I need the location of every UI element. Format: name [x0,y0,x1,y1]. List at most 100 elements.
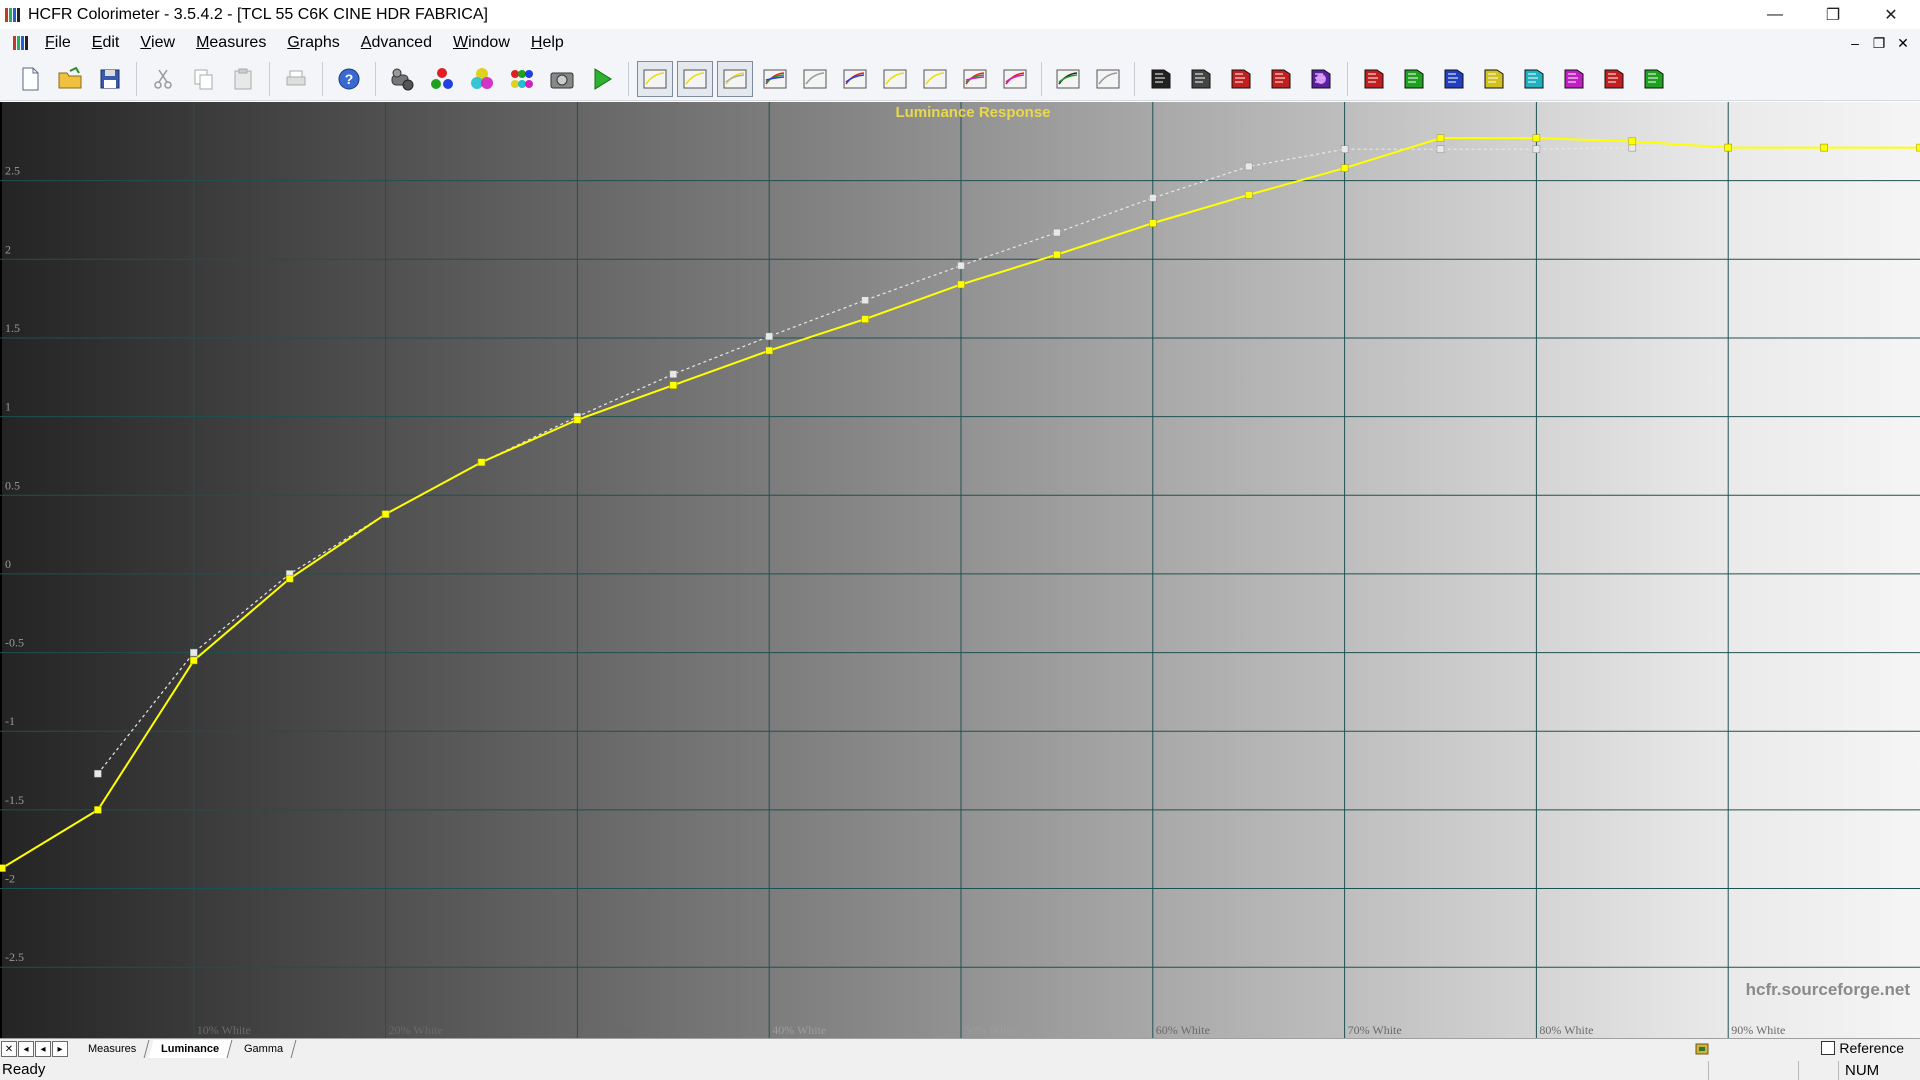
reference-toggle[interactable]: Reference [1821,1040,1904,1056]
measure-secondaries-button[interactable] [464,61,500,97]
run-button[interactable] [584,61,620,97]
background-band [577,102,771,1038]
help-button[interactable]: ? [331,61,367,97]
test-pattern-11-button[interactable] [1556,61,1592,97]
graph-icon [963,69,987,88]
mdi-restore-button[interactable]: ❐ [1870,34,1888,52]
reference-icon[interactable] [1694,1041,1710,1057]
background-band [1152,102,1346,1038]
prev-tab-button[interactable]: ◂ [35,1041,51,1057]
graph-view-6-button[interactable] [837,61,873,97]
background-band [193,102,387,1038]
menu-accelerator: M [196,34,210,51]
y-tick-label: -0.5 [5,636,24,650]
test-pattern-8-button[interactable] [1436,61,1472,97]
graph-view-10-button[interactable] [997,61,1033,97]
test-pattern-13-button[interactable] [1636,61,1672,97]
cut-button[interactable] [145,61,181,97]
save-button[interactable] [92,61,128,97]
x-tick-label: 70% White [1348,1023,1402,1037]
graph-view-12-button[interactable] [1090,61,1126,97]
menu-accelerator: G [287,34,300,51]
data-point-marker [765,332,773,341]
menu-advanced[interactable]: Advanced [352,29,444,57]
next-tab-button[interactable]: ▸ [52,1041,68,1057]
measure-probe-button[interactable] [384,61,420,97]
test-pattern-3-button[interactable] [1223,61,1259,97]
svg-text:?: ? [345,71,354,87]
test-pattern-1-button[interactable] [1143,61,1179,97]
copy-button[interactable] [185,61,221,97]
multi-dots-icon [511,69,533,88]
test-pattern-2-button[interactable] [1183,61,1219,97]
test-pattern-7-button[interactable] [1396,61,1432,97]
printer-icon [286,70,306,85]
menu-file[interactable]: File [36,29,83,57]
measure-primaries-button[interactable] [424,61,460,97]
data-point-marker [1436,145,1445,153]
data-point-marker [1532,145,1541,153]
test-pattern-9-button[interactable] [1476,61,1512,97]
pattern-icon [1191,69,1211,88]
graph-view-5-button[interactable] [797,61,833,97]
paste-button[interactable] [225,61,261,97]
print-button[interactable] [278,61,314,97]
probe-icon [391,68,414,90]
background-band [385,102,579,1038]
status-num: NUM [1838,1061,1920,1080]
mdi-minimize-button[interactable]: – [1846,34,1864,52]
data-point-marker [1532,134,1541,142]
maximize-button[interactable]: ❐ [1804,0,1862,29]
menu-graphs[interactable]: Graphs [278,29,351,57]
test-pattern-4-button[interactable] [1263,61,1299,97]
graph-view-3-button[interactable] [717,60,753,97]
graph-icon [883,69,907,88]
background-band [1536,102,1730,1038]
tab-gamma[interactable]: Gamma [231,1040,297,1058]
open-button[interactable] [52,61,88,97]
graph-view-9-button[interactable] [957,61,993,97]
document-icon[interactable] [12,34,30,52]
watermark: hcfr.sourceforge.net [1745,980,1910,999]
reference-checkbox[interactable] [1821,1041,1836,1055]
menu-edit[interactable]: Edit [83,29,132,57]
test-pattern-12-button[interactable] [1596,61,1632,97]
data-point-marker [190,656,198,665]
menu-window[interactable]: Window [444,29,522,57]
hcfr-app-icon [4,6,22,24]
data-point-marker [94,769,102,778]
title-bar: HCFR Colorimeter - 3.5.4.2 - [TCL 55 C6K… [0,0,1920,29]
close-button[interactable]: ✕ [1862,0,1920,29]
measure-all-button[interactable] [504,61,540,97]
y-tick-label: 1.5 [5,321,20,335]
graph-view-8-button[interactable] [917,61,953,97]
graph-view-2-button[interactable] [677,60,713,97]
graph-view-1-button[interactable] [637,60,673,97]
graph-view-7-button[interactable] [877,61,913,97]
first-tab-button[interactable]: ◂ [18,1041,34,1057]
graph-icon [763,69,787,88]
camera-button[interactable] [544,61,580,97]
menu-view[interactable]: View [131,29,187,57]
test-pattern-5-button[interactable] [1303,61,1339,97]
tab-luminance[interactable]: Luminance [148,1040,233,1058]
close-tab-button[interactable]: ✕ [1,1041,17,1057]
minimize-button[interactable]: — [1746,0,1804,29]
test-pattern-10-button[interactable] [1516,61,1552,97]
new-document-button[interactable] [12,61,48,97]
test-pattern-6-button[interactable] [1356,61,1392,97]
menu-bar: File Edit View Measures Graphs Advanced Window… [0,29,1920,57]
graph-view-4-button[interactable] [757,61,793,97]
status-cell-empty [1708,1061,1798,1080]
mdi-close-button[interactable]: ✕ [1894,34,1912,52]
y-tick-label: 2.5 [5,164,20,178]
x-tick-label: 90% White [1731,1023,1785,1037]
tab-measures[interactable]: Measures [75,1040,150,1058]
menu-help[interactable]: Help [522,29,576,57]
pattern-icon [1444,69,1464,88]
toolbar-separator [136,61,137,96]
graph-view-11-button[interactable] [1050,61,1086,97]
data-point-marker [1244,191,1253,199]
menu-measures[interactable]: Measures [187,29,278,57]
app-window: HCFR Colorimeter - 3.5.4.2 - [TCL 55 C6K… [0,0,1920,1080]
